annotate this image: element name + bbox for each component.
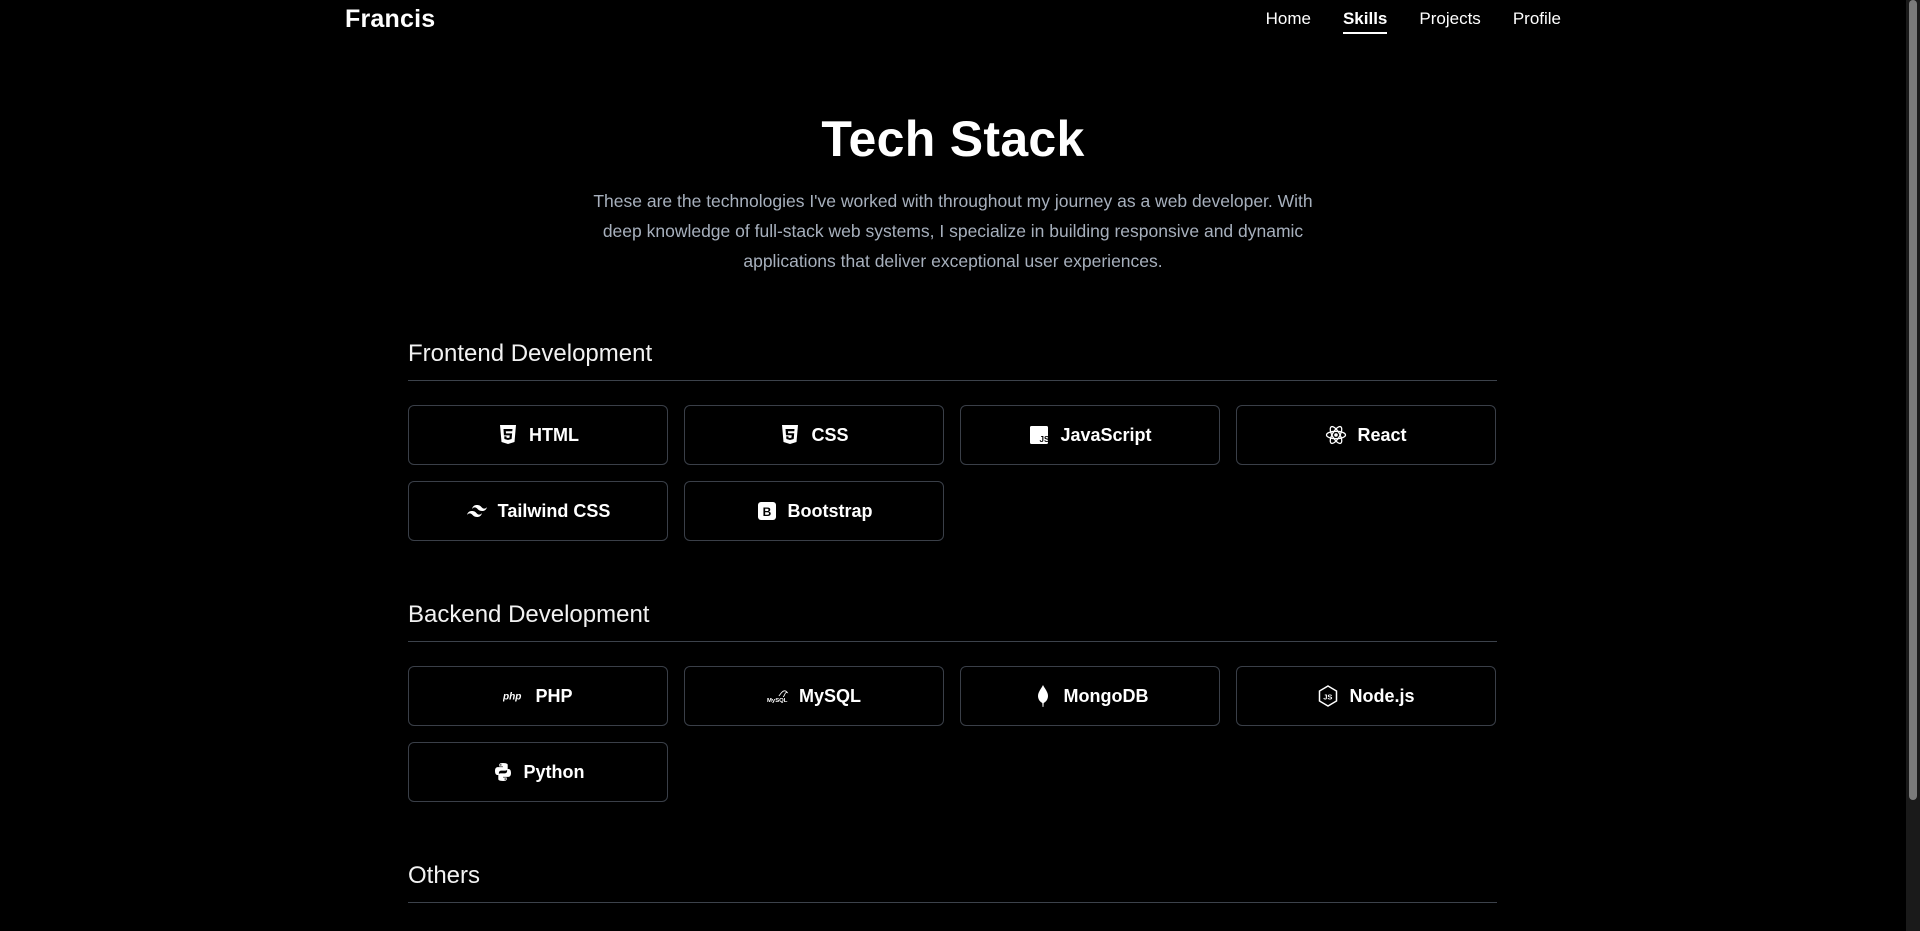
nav-links: Home Skills Projects Profile [1266, 9, 1561, 34]
javascript-icon: JS [1028, 424, 1050, 446]
php-icon: php [503, 685, 525, 707]
section-frontend: Frontend Development HTML CSS JS JavaScr… [408, 340, 1497, 541]
brand-logo[interactable]: Francis [345, 5, 435, 34]
svg-text:JS: JS [1040, 435, 1049, 444]
skill-label: MySQL [798, 685, 861, 706]
skill-card-bootstrap[interactable]: B Bootstrap [684, 481, 944, 541]
svg-text:B: B [762, 505, 771, 519]
skill-card-html[interactable]: HTML [408, 405, 668, 465]
skill-label: Tailwind CSS [497, 500, 611, 521]
skill-card-mysql[interactable]: MySQL MySQL [684, 666, 944, 726]
skill-label: MongoDB [1063, 685, 1149, 706]
skill-card-python[interactable]: Python [408, 742, 668, 802]
svg-text:MySQL: MySQL [767, 698, 788, 704]
nav-link-skills[interactable]: Skills [1342, 9, 1388, 34]
nav-link-profile[interactable]: Profile [1513, 9, 1561, 34]
svg-text:php: php [503, 692, 521, 703]
section-backend: Backend Development php PHP MySQL MySQL … [408, 601, 1497, 802]
skill-label: CSS [811, 424, 849, 445]
section-title: Frontend Development [408, 340, 1497, 381]
skill-label: PHP [535, 685, 573, 706]
skill-card-php[interactable]: php PHP [408, 666, 668, 726]
skill-card-css[interactable]: CSS [684, 405, 944, 465]
section-title: Backend Development [408, 601, 1497, 642]
skill-label: Bootstrap [787, 500, 873, 521]
skill-label: Python [523, 761, 585, 782]
css3-icon [779, 424, 801, 446]
page-scrollbar[interactable] [1906, 0, 1920, 931]
section-title: Others [408, 862, 1497, 903]
page: Francis Home Skills Projects Profile Tec… [0, 0, 1906, 931]
react-icon [1325, 424, 1347, 446]
top-nav: Francis Home Skills Projects Profile [0, 0, 1906, 40]
scrollbar-thumb[interactable] [1909, 0, 1917, 800]
nodejs-icon: JS [1317, 685, 1339, 707]
nav-link-home[interactable]: Home [1266, 9, 1311, 34]
svg-text:JS: JS [1324, 693, 1333, 702]
skill-label: Node.js [1349, 685, 1415, 706]
skill-card-mongodb[interactable]: MongoDB [960, 666, 1220, 726]
mongodb-icon [1032, 685, 1054, 707]
page-title: Tech Stack [821, 111, 1085, 167]
python-icon [492, 761, 514, 783]
section-others: Others [408, 862, 1497, 903]
skills-grid: HTML CSS JS JavaScript React Tailwind CS… [408, 405, 1497, 541]
skills-grid: php PHP MySQL MySQL MongoDB JS Node.js P… [408, 666, 1497, 802]
skill-label: JavaScript [1060, 424, 1152, 445]
page-description: These are the technologies I've worked w… [593, 191, 1313, 271]
skill-label: HTML [529, 424, 579, 445]
skill-card-javascript[interactable]: JS JavaScript [960, 405, 1220, 465]
skill-card-react[interactable]: React [1236, 405, 1496, 465]
mysql-icon: MySQL [767, 685, 789, 707]
nav-link-projects[interactable]: Projects [1419, 9, 1480, 34]
tailwind-icon [466, 500, 488, 522]
skill-card-nodejs[interactable]: JS Node.js [1236, 666, 1496, 726]
bootstrap-icon: B [756, 500, 778, 522]
skill-card-tailwind[interactable]: Tailwind CSS [408, 481, 668, 541]
html5-icon [497, 424, 519, 446]
hero: Tech Stack These are the technologies I'… [0, 110, 1906, 276]
skill-label: React [1357, 424, 1407, 445]
